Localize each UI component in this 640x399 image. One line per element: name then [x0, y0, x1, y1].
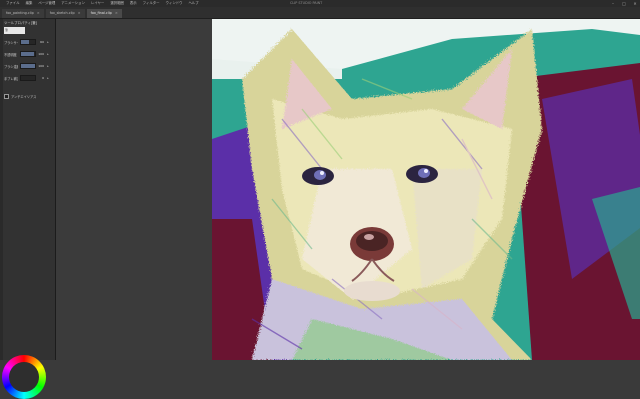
color-wheel-icon[interactable] — [2, 355, 46, 399]
property-slider-fill — [21, 52, 34, 56]
canvas-area[interactable] — [56, 19, 640, 360]
menu-item-7[interactable]: フィルター — [140, 0, 163, 7]
menu-item-5[interactable]: 選択範囲 — [107, 0, 127, 7]
menu-item-9[interactable]: ヘルプ — [186, 0, 202, 7]
brush-preview[interactable]: 筆 — [4, 27, 25, 34]
property-slider[interactable] — [20, 51, 36, 57]
property-label: 手ブレ補正 — [4, 76, 18, 81]
close-icon[interactable]: ✕ — [632, 1, 638, 6]
property-label: ブラシサイズ — [4, 40, 18, 45]
maximize-icon[interactable]: □ — [621, 1, 627, 6]
close-icon[interactable]: × — [115, 9, 118, 18]
property-value[interactable]: 60 — [38, 40, 44, 44]
property-label: ブラシ濃度 — [4, 64, 18, 69]
menu-item-4[interactable]: レイヤー — [88, 0, 107, 7]
fox-painting[interactable] — [212, 19, 640, 360]
menu-item-0[interactable]: ファイル — [3, 0, 23, 7]
close-icon[interactable]: × — [37, 9, 40, 18]
tab-label: fox_painting.clip — [6, 11, 34, 15]
menu-item-8[interactable]: ウィンドウ — [163, 0, 186, 7]
property-slider-fill — [21, 64, 35, 68]
window-controls: – □ ✕ — [610, 0, 638, 7]
menu-item-1[interactable]: 編集 — [23, 0, 36, 7]
panel-gutter — [0, 19, 3, 360]
menu-item-6[interactable]: 表示 — [127, 0, 140, 7]
spin-icon[interactable]: ▸ — [46, 64, 50, 68]
property-row: 不透明度 100 ▸ — [4, 51, 50, 57]
app-title: CLIP STUDIO PAINT — [290, 1, 323, 5]
document-tab[interactable]: fox_final.clip × — [86, 9, 122, 18]
tool-property-panel: ツールプロパティ[筆] 筆 ブラシサイズ60▸不透明度100▸ブラシ濃度100▸… — [0, 19, 56, 399]
minimize-icon[interactable]: – — [610, 1, 616, 6]
antialias-label: アンチエイリアス — [11, 95, 37, 99]
property-slider[interactable] — [20, 63, 36, 69]
property-slider[interactable] — [20, 75, 36, 81]
property-value[interactable]: 0 — [38, 76, 44, 80]
menu-item-3[interactable]: アニメーション — [58, 0, 88, 7]
tab-label: fox_final.clip — [90, 11, 112, 15]
spin-icon[interactable]: ▸ — [46, 76, 50, 80]
menu-bar: ファイル 編集 ページ管理 アニメーション レイヤー 選択範囲 表示 フィルター ウィンドウ ヘル… — [0, 0, 640, 7]
property-value[interactable]: 100 — [38, 52, 44, 56]
spin-icon[interactable]: ▸ — [46, 40, 50, 44]
property-slider-fill — [21, 40, 29, 44]
close-icon[interactable]: × — [78, 9, 81, 18]
panel-title: ツールプロパティ[筆] — [4, 21, 37, 25]
menu-items: ファイル 編集 ページ管理 アニメーション レイヤー 選択範囲 表示 フィルター ウィンドウ ヘル… — [0, 0, 202, 7]
property-row: ブラシサイズ 60▸ — [4, 39, 50, 45]
menu-item-2[interactable]: ページ管理 — [35, 0, 58, 7]
document-tab-bar: fox_painting.clip × fox_sketch.clip × fox_fi… — [0, 7, 640, 19]
property-value[interactable]: 100 — [38, 64, 44, 68]
property-slider[interactable] — [20, 39, 36, 45]
fox-painting-image — [212, 19, 640, 360]
document-tab[interactable]: fox_sketch.clip × — [45, 9, 85, 18]
property-row: ブラシ濃度 100▸ — [4, 63, 50, 69]
antialias-checkbox[interactable] — [4, 94, 9, 99]
document-tab[interactable]: fox_painting.clip × — [2, 9, 44, 18]
color-wheel-center — [9, 362, 39, 392]
antialias-row[interactable]: アンチエイリアス — [4, 94, 51, 99]
property-row: 手ブレ補正 0▸ — [4, 75, 50, 81]
tab-label: fox_sketch.clip — [49, 11, 75, 15]
property-label: 不透明度 — [4, 52, 17, 57]
spin-icon[interactable]: ▸ — [46, 52, 50, 56]
